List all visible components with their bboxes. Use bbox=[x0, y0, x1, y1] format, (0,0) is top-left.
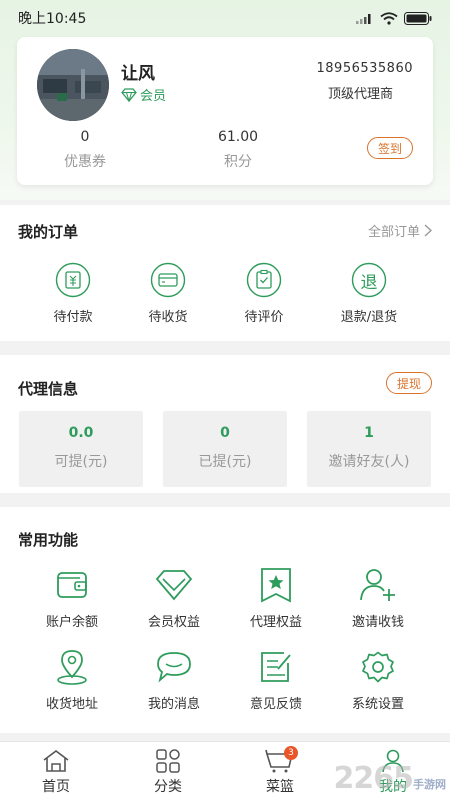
function-label: 系统设置 bbox=[351, 697, 404, 712]
function-agent-benefits[interactable]: 代理权益 bbox=[226, 565, 326, 630]
function-label: 意见反馈 bbox=[249, 697, 302, 712]
order-item-label: 退款/退货 bbox=[340, 310, 398, 325]
withdrawn-value: 0 bbox=[220, 425, 230, 441]
withdrawable-label: 可提(元) bbox=[54, 454, 108, 470]
invited-friends-label: 邀请好友(人) bbox=[328, 454, 410, 470]
tab-basket[interactable]: 3 菜篮 bbox=[240, 746, 320, 796]
coupons-stat[interactable]: 0 优惠券 bbox=[25, 129, 145, 171]
order-item-label: 待评价 bbox=[244, 310, 284, 325]
tab-home[interactable]: 首页 bbox=[16, 748, 96, 796]
signal-icon bbox=[356, 14, 371, 24]
tab-label: 分类 bbox=[154, 779, 182, 795]
status-time: 晚上10:45 bbox=[18, 11, 87, 27]
function-shipping-address[interactable]: 收货地址 bbox=[22, 647, 122, 712]
member-badge: 会员 bbox=[121, 85, 166, 104]
functions-section: 常用功能 账户余额 会员权益 代理权益 邀请收钱 收货地址 我的消息 意见反馈 … bbox=[0, 507, 450, 733]
diamond-icon bbox=[121, 87, 137, 102]
function-label: 会员权益 bbox=[147, 615, 200, 630]
watermark-text: 2265 bbox=[333, 761, 414, 796]
function-label: 账户余额 bbox=[45, 615, 98, 630]
invited-friends-box[interactable]: 1 邀请好友(人) bbox=[307, 411, 431, 487]
function-label: 我的消息 bbox=[147, 697, 200, 712]
all-orders-label: 全部订单 bbox=[367, 225, 420, 240]
profile-card: 让风 会员 18956535860 顶级代理商 0 优惠券 61.00 积分 签… bbox=[17, 37, 433, 185]
agent-level: 顶级代理商 bbox=[327, 87, 393, 102]
username: 让风 bbox=[121, 64, 155, 84]
orders-section: 我的订单 全部订单 待付款 待收货 待评价 退 退款/退货 bbox=[0, 205, 450, 341]
status-bar: 晚上10:45 bbox=[0, 0, 450, 36]
basket-badge: 3 bbox=[284, 746, 298, 760]
function-system-settings[interactable]: 系统设置 bbox=[328, 647, 428, 712]
function-label: 代理权益 bbox=[249, 615, 302, 630]
chat-bubble-icon bbox=[157, 652, 191, 683]
wallet-card-icon bbox=[150, 262, 186, 298]
category-icon bbox=[156, 749, 180, 773]
diamond-icon bbox=[155, 570, 193, 601]
function-my-messages[interactable]: 我的消息 bbox=[124, 647, 224, 712]
payment-icon bbox=[55, 262, 91, 298]
all-orders-link[interactable]: 全部订单 bbox=[368, 221, 432, 240]
order-pending-review[interactable]: 待评价 bbox=[214, 260, 314, 325]
functions-title: 常用功能 bbox=[18, 531, 79, 549]
status-icons bbox=[356, 11, 432, 25]
order-item-label: 待收货 bbox=[148, 310, 188, 325]
agent-title: 代理信息 bbox=[18, 380, 79, 398]
function-account-balance[interactable]: 账户余额 bbox=[22, 565, 122, 630]
wifi-icon bbox=[380, 11, 398, 25]
member-label: 会员 bbox=[140, 89, 167, 104]
gear-icon bbox=[362, 651, 394, 683]
function-label: 邀请收钱 bbox=[351, 615, 404, 630]
wallet-icon bbox=[57, 572, 87, 598]
signin-button[interactable]: 签到 bbox=[367, 137, 413, 159]
chevron-right-icon bbox=[424, 224, 432, 237]
points-stat[interactable]: 61.00 积分 bbox=[178, 129, 298, 171]
battery-icon bbox=[404, 11, 432, 25]
function-invite-payment[interactable]: 邀请收钱 bbox=[328, 565, 428, 630]
phone-number: 18956535860 bbox=[316, 61, 413, 76]
withdrawn-label: 已提(元) bbox=[198, 454, 252, 470]
watermark-sub: 手游网 bbox=[413, 778, 446, 791]
order-pending-delivery[interactable]: 待收货 bbox=[118, 260, 218, 325]
refund-glyph: 退 bbox=[360, 272, 378, 293]
tab-category[interactable]: 分类 bbox=[128, 748, 208, 796]
home-icon bbox=[43, 750, 69, 772]
coupons-label: 优惠券 bbox=[64, 154, 106, 170]
withdrawn-box[interactable]: 0 已提(元) bbox=[163, 411, 287, 487]
function-member-benefits[interactable]: 会员权益 bbox=[124, 565, 224, 630]
points-label: 积分 bbox=[224, 154, 252, 170]
agent-section: 代理信息 提现 0.0 可提(元) 0 已提(元) 1 邀请好友(人) bbox=[0, 355, 450, 493]
points-value: 61.00 bbox=[217, 129, 259, 145]
tab-label: 菜篮 bbox=[266, 779, 294, 795]
withdraw-button[interactable]: 提现 bbox=[386, 372, 432, 394]
watermark: 2265手游网 bbox=[334, 761, 447, 796]
withdrawable-value: 0.0 bbox=[68, 425, 94, 441]
withdrawable-box[interactable]: 0.0 可提(元) bbox=[19, 411, 143, 487]
feedback-edit-icon bbox=[261, 652, 291, 682]
location-pin-icon bbox=[57, 650, 87, 685]
order-item-label: 待付款 bbox=[53, 310, 93, 325]
orders-title: 我的订单 bbox=[18, 223, 79, 241]
coupons-value: 0 bbox=[80, 129, 90, 145]
order-pending-payment[interactable]: 待付款 bbox=[23, 260, 123, 325]
clipboard-check-icon bbox=[246, 262, 282, 298]
add-user-icon bbox=[360, 569, 395, 601]
order-refund[interactable]: 退 退款/退货 bbox=[319, 260, 419, 325]
function-feedback[interactable]: 意见反馈 bbox=[226, 647, 326, 712]
avatar[interactable] bbox=[37, 49, 109, 121]
function-label: 收货地址 bbox=[45, 697, 98, 712]
tab-label: 首页 bbox=[42, 779, 70, 795]
star-badge-icon bbox=[261, 568, 291, 603]
invited-friends-value: 1 bbox=[364, 425, 374, 441]
